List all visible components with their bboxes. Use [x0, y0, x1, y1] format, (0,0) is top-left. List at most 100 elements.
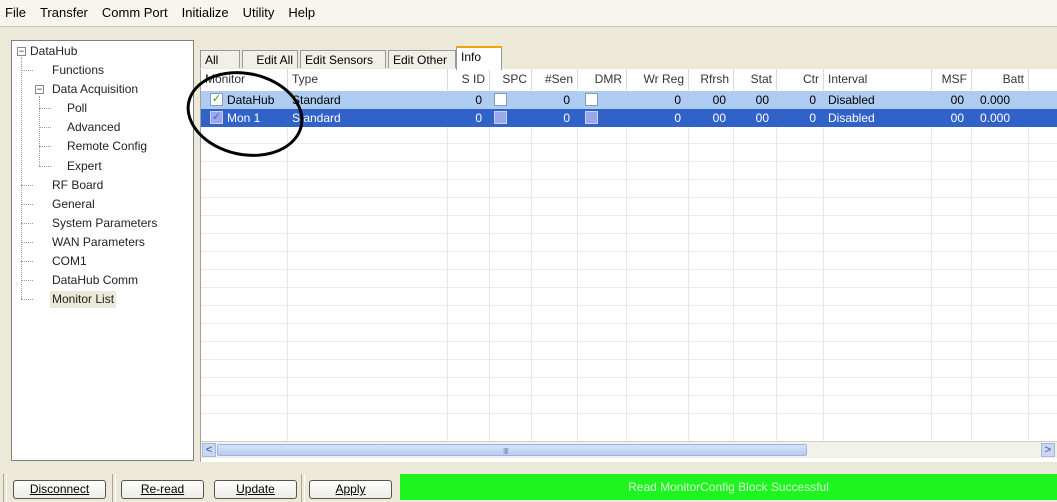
apply-button[interactable]: Apply: [309, 480, 392, 499]
grid-line: [201, 377, 1057, 378]
menu-comm-port[interactable]: Comm Port: [95, 0, 175, 26]
dmr-checkbox[interactable]: [585, 111, 598, 124]
column-header-overflow: [1029, 69, 1057, 89]
cell-msf: 00: [950, 111, 964, 125]
tree-item-expert[interactable]: Expert: [67, 158, 102, 175]
grid-line: [971, 89, 972, 441]
menu-transfer[interactable]: Transfer: [33, 0, 95, 26]
column-header-msf[interactable]: MSF: [932, 69, 972, 89]
tree-connector: [39, 146, 51, 147]
grid-line: [201, 359, 1057, 360]
grid-line: [201, 323, 1057, 324]
grid-line: [626, 89, 627, 441]
tree-connector: [21, 261, 33, 262]
tree-item-monitor-list[interactable]: Monitor List: [50, 291, 117, 308]
tab-all[interactable]: All: [200, 50, 240, 68]
grid-line: [201, 161, 1057, 162]
menu-file[interactable]: File: [0, 0, 33, 26]
tree-connector: [21, 185, 33, 186]
grid-line: [201, 287, 1057, 288]
cell-rfrsh: 00: [712, 111, 726, 125]
cell-batt: 0.000: [980, 93, 1011, 107]
toolbar-separator: [301, 474, 305, 502]
tab-edit-other[interactable]: Edit Other: [388, 50, 456, 68]
grid-line: [201, 215, 1057, 216]
menu-utility[interactable]: Utility: [236, 0, 282, 26]
tab-edit-all[interactable]: Edit All: [242, 50, 298, 68]
cell-sid: 0: [475, 111, 482, 125]
tree-item-rf-board[interactable]: RF Board: [52, 177, 103, 194]
navigation-tree: − DataHub Functions − Data Acquisition P…: [11, 40, 194, 461]
horizontal-scrollbar[interactable]: < IIII >: [201, 441, 1057, 458]
tree-item-com1[interactable]: COM1: [52, 253, 87, 270]
status-bar: Read MonitorConfig Block Successful: [400, 474, 1057, 500]
cell-type: Standard: [292, 93, 341, 107]
column-header-sen[interactable]: #Sen: [532, 69, 578, 89]
tree-root-datahub[interactable]: DataHub: [30, 43, 77, 60]
cell-sen: 0: [563, 111, 570, 125]
table-row[interactable]: ✓ DataHub Standard 0 0 0 00 00 0 Disable…: [201, 91, 1057, 109]
dmr-checkbox[interactable]: [585, 93, 598, 106]
grid-line: [201, 143, 1057, 144]
spc-checkbox[interactable]: [494, 93, 507, 106]
collapse-icon[interactable]: −: [35, 85, 44, 94]
tree-item-data-acquisition[interactable]: Data Acquisition: [52, 81, 138, 98]
grid-line: [201, 233, 1057, 234]
grid-line: [201, 197, 1057, 198]
tree-connector: [39, 96, 40, 166]
grid-line: [201, 341, 1057, 342]
scroll-thumb[interactable]: IIII: [217, 444, 807, 456]
tree-item-system-parameters[interactable]: System Parameters: [52, 215, 157, 232]
spc-checkbox[interactable]: [494, 111, 507, 124]
column-header-wr-reg[interactable]: Wr Reg: [627, 69, 689, 89]
tree-item-wan-parameters[interactable]: WAN Parameters: [52, 234, 145, 251]
grid-line: [201, 179, 1057, 180]
column-header-spc[interactable]: SPC: [490, 69, 532, 89]
update-button[interactable]: Update: [214, 480, 297, 499]
grid-line: [776, 89, 777, 441]
tree-connector: [21, 57, 22, 299]
column-header-interval[interactable]: Interval: [824, 69, 932, 89]
column-header-ctr[interactable]: Ctr: [777, 69, 824, 89]
cell-msf: 00: [950, 93, 964, 107]
disconnect-button[interactable]: Disconnect: [13, 480, 106, 499]
cell-ctr: 0: [809, 111, 816, 125]
monitor-table: Monitor Type S ID SPC #Sen DMR Wr Reg Rf…: [200, 69, 1057, 462]
tree-item-remote-config[interactable]: Remote Config: [67, 138, 147, 155]
tree-item-functions[interactable]: Functions: [52, 62, 104, 79]
tree-item-datahub-comm[interactable]: DataHub Comm: [52, 272, 138, 289]
collapse-icon[interactable]: −: [17, 47, 26, 56]
grid-line: [1028, 89, 1029, 441]
tree-connector: [21, 204, 33, 205]
tree-item-poll[interactable]: Poll: [67, 100, 87, 117]
tree-connector: [21, 280, 33, 281]
tree-item-advanced[interactable]: Advanced: [67, 119, 120, 136]
cell-ctr: 0: [809, 93, 816, 107]
column-header-rfrsh[interactable]: Rfrsh: [689, 69, 734, 89]
scroll-left-icon[interactable]: <: [202, 443, 216, 457]
grid-line: [201, 251, 1057, 252]
tab-edit-sensors[interactable]: Edit Sensors: [300, 50, 386, 68]
tree-connector: [21, 242, 33, 243]
re-read-button[interactable]: Re-read: [121, 480, 204, 499]
cell-sen: 0: [563, 93, 570, 107]
tree-item-general[interactable]: General: [52, 196, 95, 213]
column-header-sid[interactable]: S ID: [448, 69, 490, 89]
cell-stat: 00: [755, 111, 769, 125]
grid-line: [823, 89, 824, 441]
cell-interval: Disabled: [828, 111, 875, 125]
table-row-selected[interactable]: ✓ Mon 1 Standard 0 0 0 00 00 0 Disabled …: [201, 109, 1057, 127]
grid-line: [201, 395, 1057, 396]
column-header-batt[interactable]: Batt: [972, 69, 1029, 89]
tab-info[interactable]: Info: [456, 46, 502, 70]
column-header-stat[interactable]: Stat: [734, 69, 777, 89]
cell-interval: Disabled: [828, 93, 875, 107]
tree-connector: [39, 127, 51, 128]
column-header-dmr[interactable]: DMR: [578, 69, 627, 89]
grid-line: [531, 89, 532, 441]
grid-line: [577, 89, 578, 441]
menu-help[interactable]: Help: [281, 0, 322, 26]
menu-initialize[interactable]: Initialize: [175, 0, 236, 26]
scroll-right-icon[interactable]: >: [1041, 443, 1055, 457]
column-header-type[interactable]: Type: [288, 69, 448, 89]
